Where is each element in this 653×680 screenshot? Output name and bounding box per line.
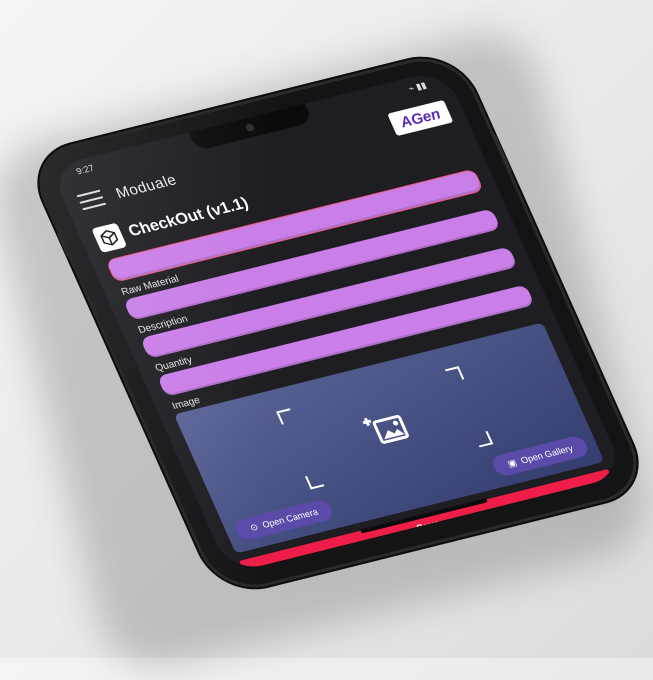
status-signal: ⌁ ▮▮ [406, 79, 428, 94]
gallery-icon: ▣ [505, 456, 519, 469]
frame-corner [276, 408, 296, 425]
status-time: 9:27 [74, 162, 96, 177]
camera-icon: ⊙ [248, 521, 260, 533]
package-icon [91, 222, 128, 254]
open-gallery-button[interactable]: ▣ Open Gallery [489, 434, 591, 478]
frame-corner [305, 473, 325, 490]
open-camera-button[interactable]: ⊙ Open Camera [232, 497, 336, 542]
agen-logo: AGen [387, 99, 454, 137]
frame-corner [473, 431, 494, 448]
frame-corner [444, 366, 465, 383]
hamburger-icon[interactable] [76, 189, 107, 211]
open-camera-label: Open Camera [260, 506, 320, 530]
add-photo-icon [355, 404, 414, 452]
open-gallery-label: Open Gallery [519, 443, 575, 466]
